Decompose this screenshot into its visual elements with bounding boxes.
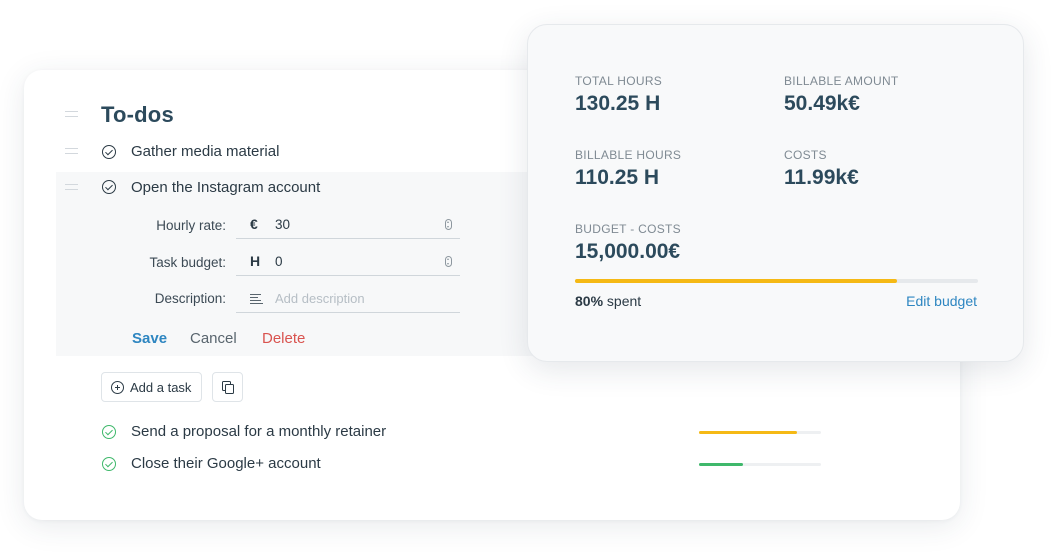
drag-handle-task-2[interactable] — [65, 184, 78, 190]
hours-icon: H — [250, 253, 261, 269]
hourly-rate-input[interactable]: € 30 — [236, 211, 460, 239]
task-budget-input[interactable]: H 0 — [236, 248, 460, 276]
cancel-button[interactable]: Cancel — [190, 330, 237, 347]
budget-progress-fill — [575, 279, 898, 283]
check-circle-icon[interactable] — [102, 180, 116, 194]
budget-costs-label: BUDGET - COSTS — [575, 222, 681, 236]
costs-label: COSTS — [784, 148, 827, 162]
spent-suffix: spent — [606, 293, 642, 309]
add-task-label: Add a task — [130, 380, 192, 395]
costs-value: 11.99k€ — [784, 166, 859, 189]
check-circle-icon[interactable] — [102, 145, 116, 159]
euro-icon: € — [250, 216, 258, 232]
todo-list-title: To-dos — [101, 102, 174, 127]
billable-amount-label: BILLABLE AMOUNT — [784, 74, 899, 88]
copy-button[interactable] — [212, 372, 243, 402]
description-label: Description: — [154, 291, 226, 306]
total-hours-value: 130.25 H — [575, 92, 661, 115]
budget-summary-card: TOTAL HOURS 130.25 H BILLABLE AMOUNT 50.… — [527, 24, 1024, 362]
total-hours-label: TOTAL HOURS — [575, 74, 663, 88]
completed-task-label[interactable]: Send a proposal for a monthly retainer — [131, 423, 386, 440]
task-label[interactable]: Gather media material — [131, 143, 279, 160]
budget-spent-text: 80% spent — [575, 293, 641, 309]
hourly-rate-label: Hourly rate: — [156, 218, 226, 233]
task-budget-value: 0 — [275, 254, 283, 269]
edit-budget-link[interactable]: Edit budget — [906, 293, 977, 309]
save-button[interactable]: Save — [132, 330, 167, 347]
stepper-icon[interactable] — [445, 256, 452, 267]
task-progress-bar — [699, 431, 821, 434]
billable-hours-value: 110.25 H — [575, 166, 660, 189]
task-progress-fill — [699, 463, 743, 466]
description-placeholder: Add description — [275, 291, 365, 306]
task-label[interactable]: Open the Instagram account — [131, 179, 320, 196]
check-circle-icon[interactable] — [102, 425, 116, 439]
billable-hours-label: BILLABLE HOURS — [575, 148, 682, 162]
budget-costs-value: 15,000.00€ — [575, 240, 681, 263]
drag-handle-task-1[interactable] — [65, 148, 78, 154]
plus-circle-icon — [111, 381, 124, 394]
description-input[interactable]: Add description — [236, 285, 460, 313]
delete-button[interactable]: Delete — [262, 330, 305, 347]
copy-icon — [222, 381, 235, 395]
spent-percent: 80% — [575, 293, 604, 309]
task-progress-bar — [699, 463, 821, 466]
hourly-rate-value: 30 — [275, 217, 291, 232]
billable-amount-value: 50.49k€ — [784, 92, 860, 115]
add-task-button[interactable]: Add a task — [101, 372, 202, 402]
task-progress-fill — [699, 431, 797, 434]
drag-handle-title[interactable] — [65, 111, 78, 117]
task-budget-label: Task budget: — [149, 255, 226, 270]
completed-task-label[interactable]: Close their Google+ account — [131, 455, 321, 472]
check-circle-icon[interactable] — [102, 457, 116, 471]
text-align-icon — [250, 294, 263, 305]
budget-progress-bar — [575, 279, 978, 283]
stepper-icon[interactable] — [445, 219, 452, 230]
